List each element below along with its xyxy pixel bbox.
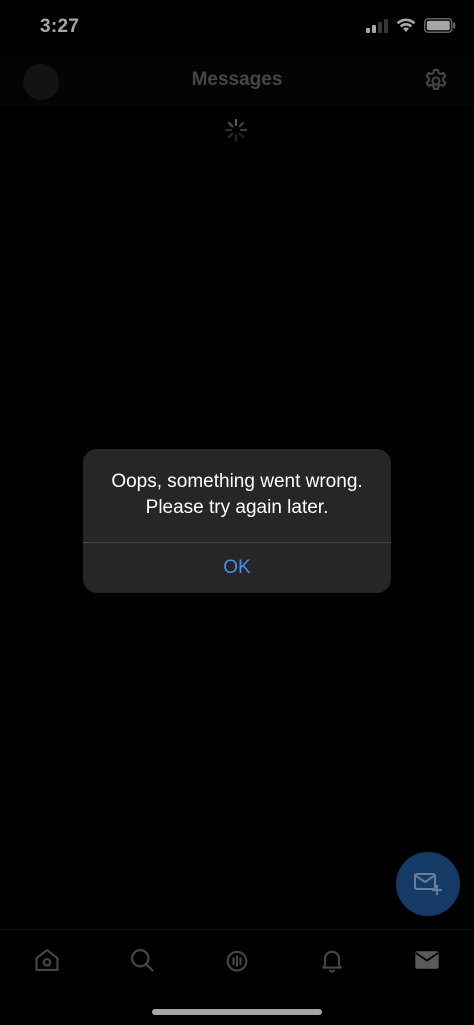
messages-screen: 3:27 Messages Oops, something went wrong… — [0, 0, 474, 1025]
alert-message: Oops, something went wrong. Please try a… — [111, 471, 363, 518]
error-alert-dialog: Oops, something went wrong. Please try a… — [83, 449, 391, 593]
ok-button[interactable]: OK — [83, 543, 391, 593]
